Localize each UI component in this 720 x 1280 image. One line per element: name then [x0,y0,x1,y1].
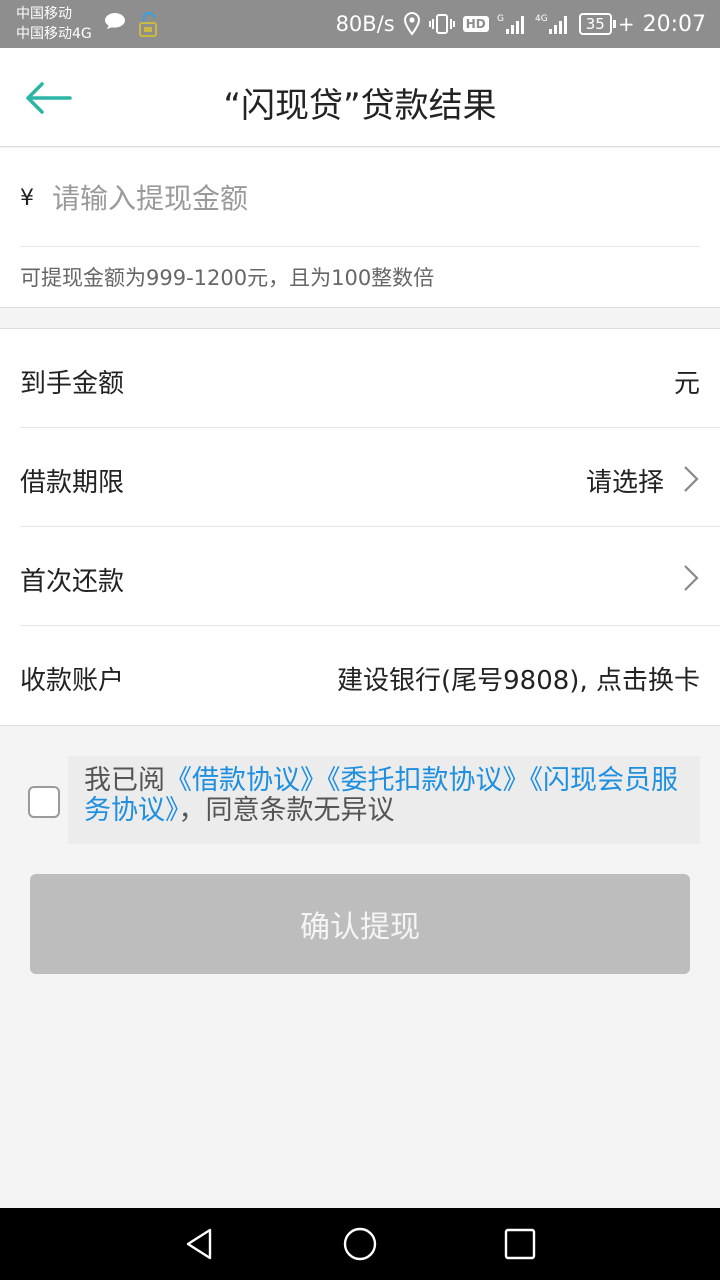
divider [20,246,700,247]
row-value: 请选择 [585,468,664,498]
carrier-2: 中国移动4G [16,26,92,42]
status-right: 80B/s HD G 4G 35 + 20:07 [336,8,706,40]
confirm-withdraw-button[interactable]: 确认提现 [30,874,690,974]
battery-level: 35 [578,13,612,35]
unlock-icon [139,12,157,37]
row-first-repayment[interactable]: 首次还款 [20,527,720,626]
signal-icon: G [497,14,524,34]
row-receiving-account[interactable]: 收款账户 建设银行(尾号9808), 点击换卡 [20,626,720,725]
nav-back-icon[interactable] [182,1226,218,1262]
nav-recent-icon[interactable] [502,1226,538,1262]
svg-text:G: G [497,14,504,24]
page-title: “闪现贷”贷款结果 [223,86,497,126]
net-speed: 80B/s [335,12,395,36]
row-value[interactable]: 建设银行(尾号9808), 点击换卡 [337,660,700,697]
carrier-1: 中国移动 [16,6,72,22]
signal-4g-icon: 4G [535,14,567,34]
navigation-bar [0,1208,720,1280]
agreement-prefix: 我已阅 [84,765,165,796]
currency-symbol: ¥ [20,186,34,211]
location-icon [403,12,420,36]
row-value: 元 [673,369,700,399]
row-label: 借款期限 [20,468,125,498]
agreement-section: 我已阅《借款协议》《委托扣款协议》《闪现会员服务协议》，同意条款无异议 [0,756,720,844]
message-icon [105,13,125,29]
agreement-text: 我已阅《借款协议》《委托扣款协议》《闪现会员服务协议》，同意条款无异议 [68,756,700,844]
status-bar: 中国移动 中国移动4G 80B/s HD G 4G 35 + 20:07 [0,0,720,48]
amount-section: ¥ 可提现金额为999-1200元，且为100整数倍 [0,148,720,308]
amount-hint: 可提现金额为999-1200元，且为100整数倍 [20,266,435,290]
row-loan-term[interactable]: 借款期限 请选择 [20,428,720,527]
loan-agreement-link[interactable]: 《借款协议》 [165,765,327,796]
svg-text:4G: 4G [535,14,548,24]
app-header: “闪现贷”贷款结果 [0,48,720,147]
row-label: 到手金额 [20,369,125,399]
battery-icon: 35 + [578,12,635,36]
agreement-suffix: ，同意条款无异议 [178,795,395,826]
clock: 20:07 [642,11,706,37]
carrier-info: 中国移动 中国移动4G [16,4,92,44]
nav-home-icon[interactable] [342,1226,378,1262]
amount-input[interactable] [52,174,672,222]
row-received-amount: 到手金额 元 [20,329,720,428]
vibrate-icon [428,14,455,34]
row-label: 收款账户 [20,666,125,696]
debit-agreement-link[interactable]: 《委托扣款协议》 [327,765,530,796]
chevron-right-icon [684,565,699,591]
hd-icon: HD [462,16,489,32]
agreement-checkbox[interactable] [28,786,60,818]
chevron-right-icon [684,466,699,492]
loan-details: 到手金额 元 借款期限 请选择 首次还款 收款账户 建设银行(尾号9808), … [0,328,720,726]
row-label: 首次还款 [20,567,125,597]
